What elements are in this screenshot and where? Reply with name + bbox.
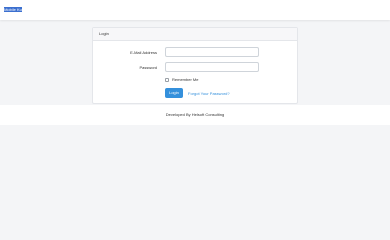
password-field[interactable] [165, 62, 259, 72]
password-label: Password [139, 65, 157, 70]
email-field[interactable] [165, 47, 259, 57]
email-label: E-Mail Address [130, 50, 157, 55]
brand-logo[interactable]: Mobile Ku [4, 7, 22, 12]
login-card-header: Login [93, 28, 297, 41]
remember-me-checkbox[interactable] [165, 78, 169, 82]
login-button[interactable]: Login [165, 88, 183, 98]
remember-me-label[interactable]: Remember Me [172, 77, 198, 82]
footer: Developed By Helsoft Consulting [0, 105, 390, 125]
forgot-password-link[interactable]: Forgot Your Password? [188, 91, 230, 96]
footer-text: Developed By Helsoft Consulting [165, 112, 225, 117]
login-card: Login E-Mail Address Password Remember M… [92, 27, 298, 104]
top-navbar: Mobile Ku [0, 0, 390, 20]
